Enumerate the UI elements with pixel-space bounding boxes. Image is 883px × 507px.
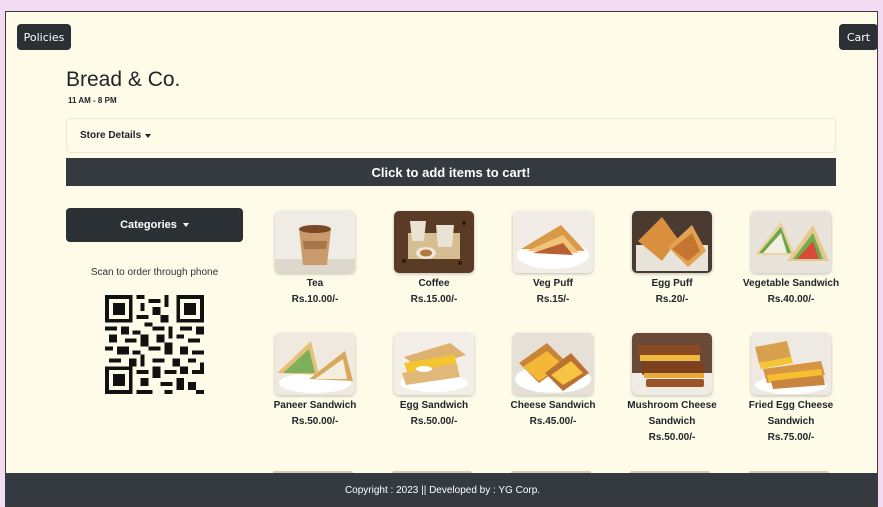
menu-item-name: Coffee <box>418 278 450 289</box>
fried-egg-sandwich-icon <box>751 333 831 395</box>
menu-grid: Tea Rs.10.00/- Coffee Rs.15.00/- Veg Puf… <box>269 211 862 481</box>
menu-item-name: Vegetable Sandwich <box>742 278 840 289</box>
mushroom-sandwich-icon <box>632 333 712 395</box>
tea-cup-icon <box>275 211 355 273</box>
menu-item-name: Cheese Sandwich <box>510 400 596 411</box>
menu-item-fried-egg-cheese-sandwich[interactable]: Fried Egg Cheese Sandwich Rs.75.00/- <box>741 333 841 446</box>
categories-label: Categories <box>120 219 177 231</box>
menu-item-name: Fried Egg Cheese Sandwich <box>748 400 834 427</box>
add-items-banner: Click to add items to cart! <box>66 158 836 186</box>
policies-button[interactable]: Policies <box>17 24 71 50</box>
app-frame: Policies Cart Bread & Co. 11 AM - 8 PM S… <box>5 11 878 507</box>
menu-item-veg-puff[interactable]: Veg Puff Rs.15/- <box>503 211 603 308</box>
menu-item-tea[interactable]: Tea Rs.10.00/- <box>265 211 365 308</box>
menu-item-egg-sandwich[interactable]: Egg Sandwich Rs.50.00/- <box>384 333 484 430</box>
categories-dropdown[interactable]: Categories <box>66 208 243 242</box>
footer: Copyright : 2023 || Developed by : YG Co… <box>6 473 877 506</box>
store-hours: 11 AM - 8 PM <box>68 96 117 105</box>
menu-item-price: Rs.20/- <box>655 294 689 305</box>
menu-item-name: Tea <box>306 278 324 289</box>
menu-item-name: Egg Puff <box>651 278 693 289</box>
menu-item-price: Rs.40.00/- <box>767 294 815 305</box>
footer-copyright: Copyright : 2023 || Developed by : YG Co… <box>344 485 541 496</box>
menu-item-price: Rs.15/- <box>536 294 570 305</box>
paneer-sandwich-icon <box>275 333 355 395</box>
cheese-sandwich-icon <box>513 333 593 395</box>
qr-code-icon <box>105 295 204 394</box>
menu-item-mushroom-cheese-sandwich[interactable]: Mushroom Cheese Sandwich Rs.50.00/- <box>622 333 722 446</box>
menu-item-price: Rs.50.00/- <box>648 432 696 443</box>
store-name: Bread & Co. <box>66 68 181 91</box>
menu-item-vegetable-sandwich[interactable]: Vegetable Sandwich Rs.40.00/- <box>741 211 841 308</box>
menu-item-price: Rs.15.00/- <box>410 294 458 305</box>
caret-down-icon <box>182 223 189 227</box>
menu-item-coffee[interactable]: Coffee Rs.15.00/- <box>384 211 484 308</box>
menu-item-egg-puff[interactable]: Egg Puff Rs.20/- <box>622 211 722 308</box>
menu-item-price: Rs.50.00/- <box>291 416 339 427</box>
menu-item-price: Rs.75.00/- <box>767 432 815 443</box>
caret-down-icon <box>145 133 152 138</box>
menu-item-price: Rs.45.00/- <box>529 416 577 427</box>
menu-item-paneer-sandwich[interactable]: Paneer Sandwich Rs.50.00/- <box>265 333 365 430</box>
egg-sandwich-icon <box>394 333 474 395</box>
cart-button[interactable]: Cart <box>839 24 877 50</box>
store-details-label: Store Details <box>80 130 142 141</box>
veg-sandwich-icon <box>751 211 831 273</box>
scan-text: Scan to order through phone <box>90 267 219 278</box>
egg-puff-icon <box>632 211 712 273</box>
menu-item-name: Veg Puff <box>532 278 573 289</box>
coffee-cups-icon <box>394 211 474 273</box>
add-items-text: Click to add items to cart! <box>371 164 531 180</box>
menu-item-name: Mushroom Cheese Sandwich <box>627 400 717 427</box>
store-details-toggle[interactable]: Store Details <box>66 118 836 153</box>
menu-item-price: Rs.50.00/- <box>410 416 458 427</box>
menu-item-price: Rs.10.00/- <box>291 294 339 305</box>
menu-item-name: Paneer Sandwich <box>273 400 357 411</box>
menu-item-cheese-sandwich[interactable]: Cheese Sandwich Rs.45.00/- <box>503 333 603 430</box>
menu-item-name: Egg Sandwich <box>399 400 469 411</box>
veg-puff-icon <box>513 211 593 273</box>
